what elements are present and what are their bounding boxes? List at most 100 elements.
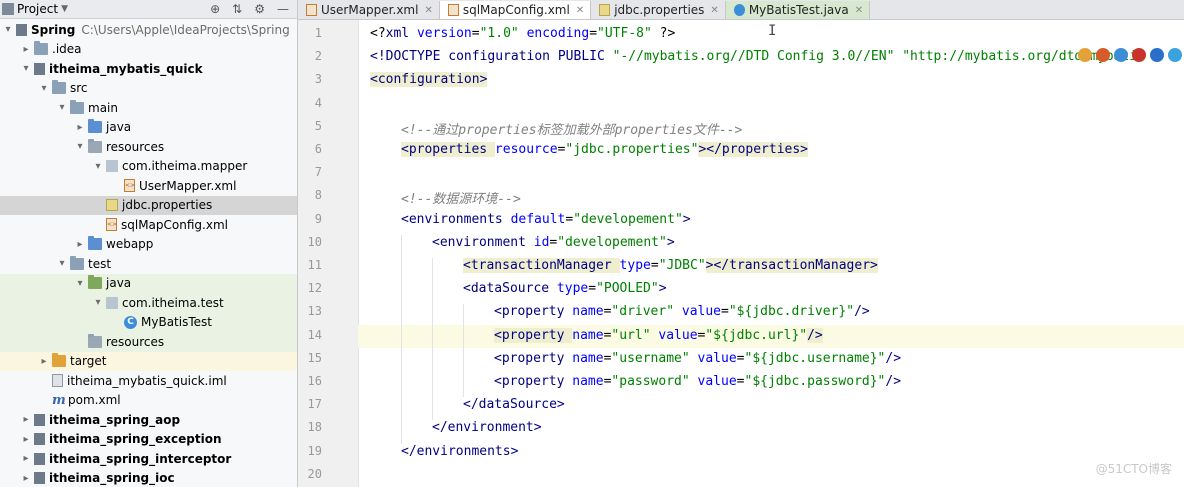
editor-tab[interactable]: UserMapper.xml ✕: [298, 1, 440, 19]
code-token: <transactionManager: [463, 258, 620, 273]
tree-node[interactable]: C MyBatisTest: [0, 312, 297, 332]
tree-node[interactable]: ▸ webapp: [0, 235, 297, 255]
editor-tab[interactable]: jdbc.properties ✕: [591, 1, 726, 19]
chevron-right-icon[interactable]: ▸: [20, 453, 32, 464]
chevron-right-icon[interactable]: ▸: [20, 414, 32, 425]
code-line[interactable]: <dataSource type="POOLED">: [463, 281, 667, 296]
chevron-down-icon[interactable]: ▾: [74, 278, 86, 289]
code-line[interactable]: </environment>: [432, 420, 542, 435]
chrome-icon[interactable]: [1078, 48, 1092, 62]
code-line[interactable]: <!--数据源环境-->: [401, 188, 521, 207]
tree-node[interactable]: ▾ resources: [0, 137, 297, 157]
editor-tab[interactable]: sqlMapConfig.xml ✕: [439, 1, 592, 19]
chevron-right-icon[interactable]: ▸: [74, 239, 86, 250]
chevron-right-icon[interactable]: ▸: [20, 473, 32, 484]
chevron-down-icon[interactable]: ▾: [92, 161, 104, 172]
tree-node[interactable]: ▸ itheima_spring_ioc: [0, 469, 297, 487]
close-icon[interactable]: ✕: [424, 5, 432, 16]
code-line[interactable]: <property name="password" value="${jdbc.…: [494, 374, 901, 389]
tree-node[interactable]: ▾ main: [0, 98, 297, 118]
tree-node-label: jdbc.properties: [122, 198, 213, 213]
chevron-down-icon[interactable]: ▾: [2, 24, 14, 35]
tree-node-label: com.itheima.mapper: [122, 159, 248, 174]
chevron-right-icon[interactable]: ▸: [20, 434, 32, 445]
tree-node[interactable]: ▾ test: [0, 254, 297, 274]
tree-node[interactable]: ▾ src: [0, 79, 297, 99]
close-icon[interactable]: ✕: [710, 5, 718, 16]
ie-icon[interactable]: [1150, 48, 1164, 62]
browser-preview-icons: [1078, 48, 1182, 62]
tree-node-label: .idea: [52, 42, 82, 57]
chevron-down-icon[interactable]: ▾: [38, 83, 50, 94]
tree-node[interactable]: ▾ java: [0, 273, 297, 293]
chevron-down-icon: ▼: [61, 4, 68, 14]
chevron-down-icon[interactable]: ▾: [20, 63, 32, 74]
safari-icon[interactable]: [1114, 48, 1128, 62]
edge-icon[interactable]: [1168, 48, 1182, 62]
tree-node-label: Spring: [31, 22, 76, 37]
chevron-right-icon[interactable]: ▸: [20, 44, 32, 55]
code-line[interactable]: <transactionManager type="JDBC"></transa…: [463, 258, 878, 273]
code-token: type: [556, 281, 589, 297]
project-view-selector[interactable]: Project ▼: [2, 2, 68, 16]
tree-node[interactable]: ▸ java: [0, 118, 297, 138]
source-folder-icon: [88, 119, 102, 134]
code-token: value: [697, 374, 737, 389]
code-token: <property: [494, 374, 573, 389]
code-line[interactable]: <property name="username" value="${jdbc.…: [494, 351, 901, 366]
code-line[interactable]: <environment id="developement">: [432, 235, 675, 250]
tree-node[interactable]: resources: [0, 332, 297, 352]
tree-node[interactable]: ▸ target: [0, 351, 297, 371]
close-icon[interactable]: ✕: [576, 5, 584, 16]
code-line[interactable]: <?xml version="1.0" encoding="UTF-8" ?>: [370, 26, 675, 41]
code-line[interactable]: </dataSource>: [463, 397, 565, 412]
tree-node[interactable]: itheima_mybatis_quick.iml: [0, 371, 297, 391]
code-token: =: [736, 374, 745, 389]
code-token: <dataSource: [463, 281, 557, 297]
code-token: <configuration>: [370, 72, 488, 88]
code-line[interactable]: <!--通过properties标签加载外部properties文件-->: [401, 119, 742, 138]
chevron-down-icon[interactable]: ▾: [56, 258, 68, 269]
tree-node-label: target: [70, 354, 107, 369]
code-line[interactable]: <property name="driver" value="${jdbc.dr…: [494, 304, 870, 319]
chevron-right-icon[interactable]: ▸: [38, 356, 50, 367]
tree-node[interactable]: ▾ Spring C:\Users\Apple\IdeaProjects\Sprin…: [0, 20, 297, 40]
tree-node[interactable]: ▸ itheima_spring_exception: [0, 430, 297, 450]
editor-tab[interactable]: MyBatisTest.java ✕: [725, 1, 871, 19]
line-number: 6: [314, 142, 322, 156]
code-line[interactable]: <!DOCTYPE configuration PUBLIC "-//mybat…: [370, 49, 1145, 64]
opera-icon[interactable]: [1132, 48, 1146, 62]
tree-node[interactable]: m pom.xml: [0, 391, 297, 411]
tree-node[interactable]: ▾ com.itheima.mapper: [0, 157, 297, 177]
locate-icon[interactable]: ⊕: [210, 2, 220, 16]
close-icon[interactable]: ✕: [855, 5, 863, 16]
tree-node[interactable]: <> UserMapper.xml: [0, 176, 297, 196]
tree-node[interactable]: ▸ .idea: [0, 40, 297, 60]
tree-node[interactable]: jdbc.properties: [0, 195, 297, 215]
gear-icon[interactable]: ⚙: [254, 2, 265, 16]
firefox-icon[interactable]: [1096, 48, 1110, 62]
tree-node[interactable]: ▸ itheima_spring_interceptor: [0, 449, 297, 469]
code-token: "-//mybatis.org//DTD Config 3.0//EN": [612, 49, 895, 65]
hide-icon[interactable]: —: [277, 2, 289, 16]
code-line[interactable]: <configuration>: [370, 72, 488, 88]
collapse-all-icon[interactable]: ⇅: [232, 2, 242, 16]
tree-node-path: C:\Users\Apple\IdeaProjects\Spring: [81, 22, 290, 37]
chevron-down-icon[interactable]: ▾: [74, 141, 86, 152]
code-line[interactable]: <property name="url" value="${jdbc.url}"…: [494, 327, 823, 343]
code-token: "UTF-8": [597, 26, 652, 41]
code-editor[interactable]: 1 2 3 4 5 6 7 8 9 10 11 12 13 14 15 16 17 18 19 20 <?xml ve…: [298, 20, 1184, 487]
tree-node[interactable]: <> sqlMapConfig.xml: [0, 215, 297, 235]
code-line[interactable]: <environments default="developement">: [401, 212, 691, 227]
chevron-down-icon[interactable]: ▾: [56, 102, 68, 113]
code-line[interactable]: </environments>: [401, 444, 518, 459]
chevron-down-icon[interactable]: ▾: [92, 297, 104, 308]
tree-node[interactable]: ▾ itheima_mybatis_quick: [0, 59, 297, 79]
tree-node[interactable]: ▸ itheima_spring_aop: [0, 410, 297, 430]
tree-node-label: webapp: [106, 237, 154, 252]
code-line[interactable]: <properties resource="jdbc.properties"><…: [401, 142, 809, 157]
tree-node[interactable]: ▾ com.itheima.test: [0, 293, 297, 313]
chevron-right-icon[interactable]: ▸: [74, 122, 86, 133]
code-token: "username": [611, 350, 690, 366]
indent-guide: [432, 258, 433, 421]
